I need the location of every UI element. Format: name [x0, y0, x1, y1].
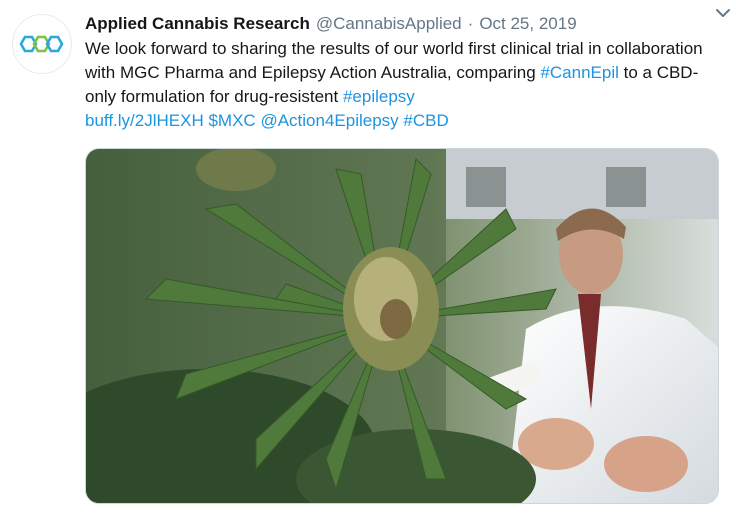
author-name[interactable]: Applied Cannabis Research: [85, 12, 310, 36]
tweet-header: Applied Cannabis Research @CannabisAppli…: [85, 12, 725, 36]
separator-dot: ·: [467, 14, 474, 33]
hashtag-cbd[interactable]: #CBD: [403, 111, 448, 130]
tweet-text: We look forward to sharing the results o…: [85, 37, 725, 133]
tweet-date[interactable]: Oct 25, 2019: [479, 12, 576, 36]
avatar[interactable]: [12, 14, 72, 74]
shortened-link[interactable]: buff.ly/2JlHEXH: [85, 111, 204, 130]
hashtag-epilepsy[interactable]: #epilepsy: [343, 87, 415, 106]
more-options-button[interactable]: [712, 2, 734, 24]
mention-action4epilepsy[interactable]: @Action4Epilepsy: [260, 111, 398, 130]
hashtag-cannepil[interactable]: #CannEpil: [540, 63, 618, 82]
tweet-content: Applied Cannabis Research @CannabisAppli…: [85, 12, 725, 133]
tweet-media-photo[interactable]: [85, 148, 719, 504]
hexagon-chain-logo-icon: [19, 35, 64, 53]
tweet[interactable]: Applied Cannabis Research @CannabisAppli…: [0, 0, 736, 514]
chevron-down-icon: [716, 9, 730, 17]
cashtag-mxc[interactable]: $MXC: [208, 111, 255, 130]
cannabis-plant-photo-icon: [86, 149, 718, 503]
author-handle[interactable]: @CannabisApplied: [316, 12, 462, 36]
